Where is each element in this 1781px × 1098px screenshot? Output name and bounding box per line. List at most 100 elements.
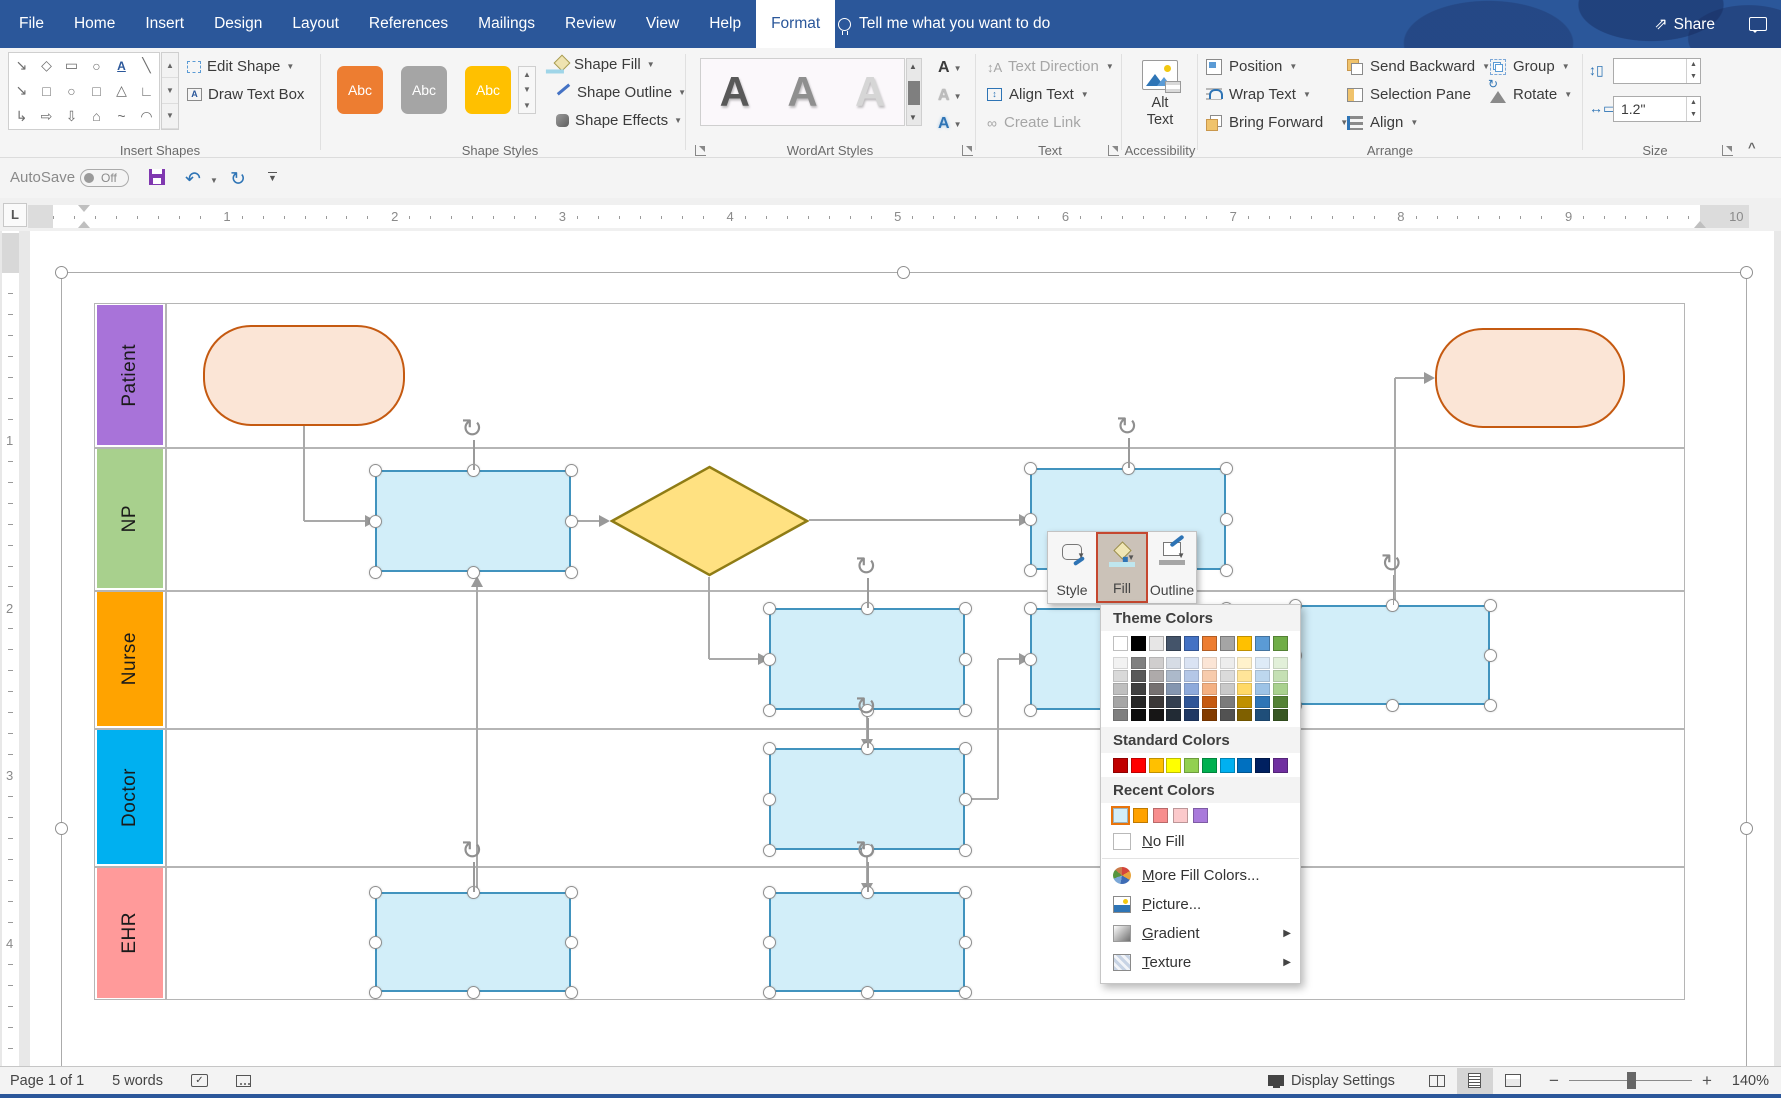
color-swatch[interactable] bbox=[1166, 636, 1181, 651]
shape-gallery-item[interactable]: ∟ bbox=[134, 78, 159, 103]
color-swatch[interactable] bbox=[1131, 696, 1146, 708]
shape-styles-dialog-launcher-icon[interactable] bbox=[695, 145, 706, 156]
shape-gallery-item[interactable]: ◠ bbox=[134, 104, 159, 129]
align-button[interactable]: Align▼ bbox=[1347, 114, 1418, 131]
gallery-more-icon[interactable]: ▼ bbox=[162, 104, 178, 129]
rotate-button[interactable]: Rotate▼ bbox=[1490, 86, 1572, 103]
style-more-icon[interactable]: ▼ bbox=[519, 98, 535, 113]
color-swatch[interactable] bbox=[1149, 696, 1164, 708]
color-swatch[interactable] bbox=[1255, 758, 1270, 773]
autosave-toggle[interactable]: Off bbox=[80, 169, 129, 187]
group-button[interactable]: Group▼ bbox=[1490, 58, 1570, 75]
text-fill-button[interactable]: A▼ bbox=[938, 56, 972, 80]
edit-shape-button[interactable]: Edit Shape▼ bbox=[187, 58, 294, 75]
fill-button[interactable]: ▼ Fill bbox=[1096, 532, 1148, 603]
wrap-text-button[interactable]: Wrap Text▼ bbox=[1206, 86, 1311, 103]
shape-outline-button[interactable]: Shape Outline▼ bbox=[556, 84, 686, 101]
color-swatch[interactable] bbox=[1149, 657, 1164, 669]
wordart-scroll[interactable]: ▲▼ bbox=[906, 58, 922, 126]
zoom-level[interactable]: 140% bbox=[1732, 1073, 1769, 1089]
gradient-item[interactable]: Gradient▶ bbox=[1101, 919, 1300, 948]
tab-home[interactable]: Home bbox=[59, 0, 130, 48]
color-swatch[interactable] bbox=[1237, 670, 1252, 682]
color-swatch[interactable] bbox=[1220, 758, 1235, 773]
tab-mailings[interactable]: Mailings bbox=[463, 0, 550, 48]
shape-gallery-item[interactable]: ⇨ bbox=[34, 104, 59, 129]
save-button[interactable] bbox=[149, 169, 165, 185]
color-swatch[interactable] bbox=[1255, 683, 1270, 695]
color-swatch[interactable] bbox=[1131, 636, 1146, 651]
customize-toolbar-icon[interactable]: ▼ bbox=[268, 172, 277, 183]
shape-gallery-item[interactable]: ⌂ bbox=[84, 104, 109, 129]
color-swatch[interactable] bbox=[1237, 636, 1252, 651]
color-swatch[interactable] bbox=[1237, 657, 1252, 669]
color-swatch[interactable] bbox=[1273, 683, 1288, 695]
tab-stop-selector[interactable]: L bbox=[3, 203, 27, 227]
color-swatch[interactable] bbox=[1184, 758, 1199, 773]
gallery-up-icon[interactable]: ▲ bbox=[162, 53, 178, 78]
color-swatch[interactable] bbox=[1166, 709, 1181, 721]
color-swatch[interactable] bbox=[1273, 636, 1288, 651]
color-swatch[interactable] bbox=[1220, 636, 1235, 651]
color-swatch[interactable] bbox=[1193, 808, 1208, 823]
shape-effects-button[interactable]: Shape Effects▼ bbox=[556, 112, 682, 129]
page-number-status[interactable]: Page 1 of 1 bbox=[10, 1073, 84, 1089]
shape-gallery-item[interactable]: A bbox=[109, 53, 134, 78]
shape-gallery-item[interactable]: △ bbox=[109, 78, 134, 103]
color-swatch[interactable] bbox=[1237, 758, 1252, 773]
color-swatch[interactable] bbox=[1220, 657, 1235, 669]
color-swatch[interactable] bbox=[1237, 696, 1252, 708]
color-swatch[interactable] bbox=[1202, 657, 1217, 669]
color-swatch[interactable] bbox=[1166, 683, 1181, 695]
color-swatch[interactable] bbox=[1273, 709, 1288, 721]
texture-item[interactable]: Texture▶ bbox=[1101, 948, 1300, 977]
color-swatch[interactable] bbox=[1202, 670, 1217, 682]
shape-gallery-item[interactable]: ○ bbox=[59, 78, 84, 103]
shape-style-swatch[interactable]: Abc bbox=[401, 66, 447, 114]
color-swatch[interactable] bbox=[1273, 670, 1288, 682]
color-swatch[interactable] bbox=[1149, 670, 1164, 682]
bring-forward-button[interactable]: Bring Forward▼ bbox=[1206, 114, 1348, 131]
shape-gallery-item[interactable]: □ bbox=[84, 78, 109, 103]
color-swatch[interactable] bbox=[1113, 808, 1128, 823]
undo-dropdown-icon[interactable]: ▼ bbox=[210, 176, 218, 185]
undo-button[interactable]: ↶ bbox=[185, 168, 201, 191]
print-layout-button[interactable] bbox=[1457, 1068, 1493, 1094]
color-swatch[interactable] bbox=[1184, 709, 1199, 721]
word-count-status[interactable]: 5 words bbox=[112, 1073, 163, 1089]
color-swatch[interactable] bbox=[1113, 696, 1128, 708]
align-text-button[interactable]: ↕Align Text▼ bbox=[987, 86, 1089, 103]
tab-insert[interactable]: Insert bbox=[130, 0, 199, 48]
shape-style-swatch[interactable]: Abc bbox=[465, 66, 511, 114]
comments-icon[interactable] bbox=[1749, 17, 1767, 31]
shape-width-input[interactable]: 1.2"▲▼ bbox=[1613, 96, 1701, 122]
color-swatch[interactable] bbox=[1202, 758, 1217, 773]
color-swatch[interactable] bbox=[1237, 683, 1252, 695]
color-swatch[interactable] bbox=[1255, 709, 1270, 721]
no-fill-item[interactable]: No Fill bbox=[1101, 827, 1300, 856]
color-swatch[interactable] bbox=[1273, 696, 1288, 708]
color-swatch[interactable] bbox=[1255, 636, 1270, 651]
color-swatch[interactable] bbox=[1220, 709, 1235, 721]
color-swatch[interactable] bbox=[1184, 657, 1199, 669]
redo-button[interactable]: ↻ bbox=[230, 168, 246, 191]
tell-me-box[interactable]: Tell me what you want to do bbox=[838, 0, 1050, 48]
text-effects-button[interactable]: A▼ bbox=[938, 112, 972, 136]
shape-gallery-item[interactable]: ▭ bbox=[59, 53, 84, 78]
color-swatch[interactable] bbox=[1113, 670, 1128, 682]
right-indent-marker[interactable] bbox=[1694, 215, 1706, 228]
zoom-out-button[interactable]: − bbox=[1547, 1071, 1561, 1091]
color-swatch[interactable] bbox=[1131, 758, 1146, 773]
color-swatch[interactable] bbox=[1173, 808, 1188, 823]
web-layout-button[interactable] bbox=[1495, 1068, 1531, 1094]
wordart-scroll-thumb[interactable] bbox=[908, 81, 920, 105]
color-swatch[interactable] bbox=[1202, 709, 1217, 721]
zoom-in-button[interactable]: + bbox=[1700, 1071, 1714, 1091]
wordart-sample[interactable]: A bbox=[836, 59, 904, 125]
height-spinner[interactable]: ▲▼ bbox=[1686, 59, 1700, 83]
color-swatch[interactable] bbox=[1133, 808, 1148, 823]
color-swatch[interactable] bbox=[1131, 670, 1146, 682]
color-swatch[interactable] bbox=[1131, 657, 1146, 669]
collapse-ribbon-icon[interactable]: ^ bbox=[1748, 140, 1756, 155]
wordart-sample[interactable]: A bbox=[701, 59, 769, 125]
